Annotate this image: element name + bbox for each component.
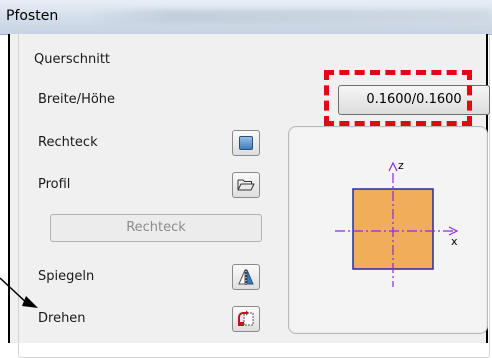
window-title: Pfosten (6, 8, 59, 24)
rechteck-label: Rechteck (38, 135, 98, 150)
mirror-icon (238, 269, 254, 285)
cross-section-diagram: z x (335, 159, 459, 287)
rechteck-button[interactable] (232, 130, 260, 156)
cross-section-preview: z x (288, 126, 488, 334)
rotate-icon (238, 310, 254, 326)
blurred-title-area (90, 10, 490, 24)
profil-button[interactable] (232, 172, 260, 198)
drehen-button[interactable] (232, 306, 260, 332)
z-axis-label: z (398, 159, 404, 172)
rechteck-disabled-button[interactable]: Rechteck (50, 214, 262, 242)
highlight-box (324, 70, 472, 126)
folder-open-icon (237, 179, 255, 191)
group-label: Querschnitt (28, 52, 117, 67)
spiegeln-button[interactable] (232, 264, 260, 290)
pointer-arrow (0, 277, 38, 308)
x-axis-label: x (451, 235, 458, 248)
z-axis-arrow (388, 161, 398, 172)
profil-label: Profil (38, 177, 71, 192)
square-icon (239, 136, 253, 150)
breite-hoehe-label: Breite/Höhe (38, 92, 116, 107)
